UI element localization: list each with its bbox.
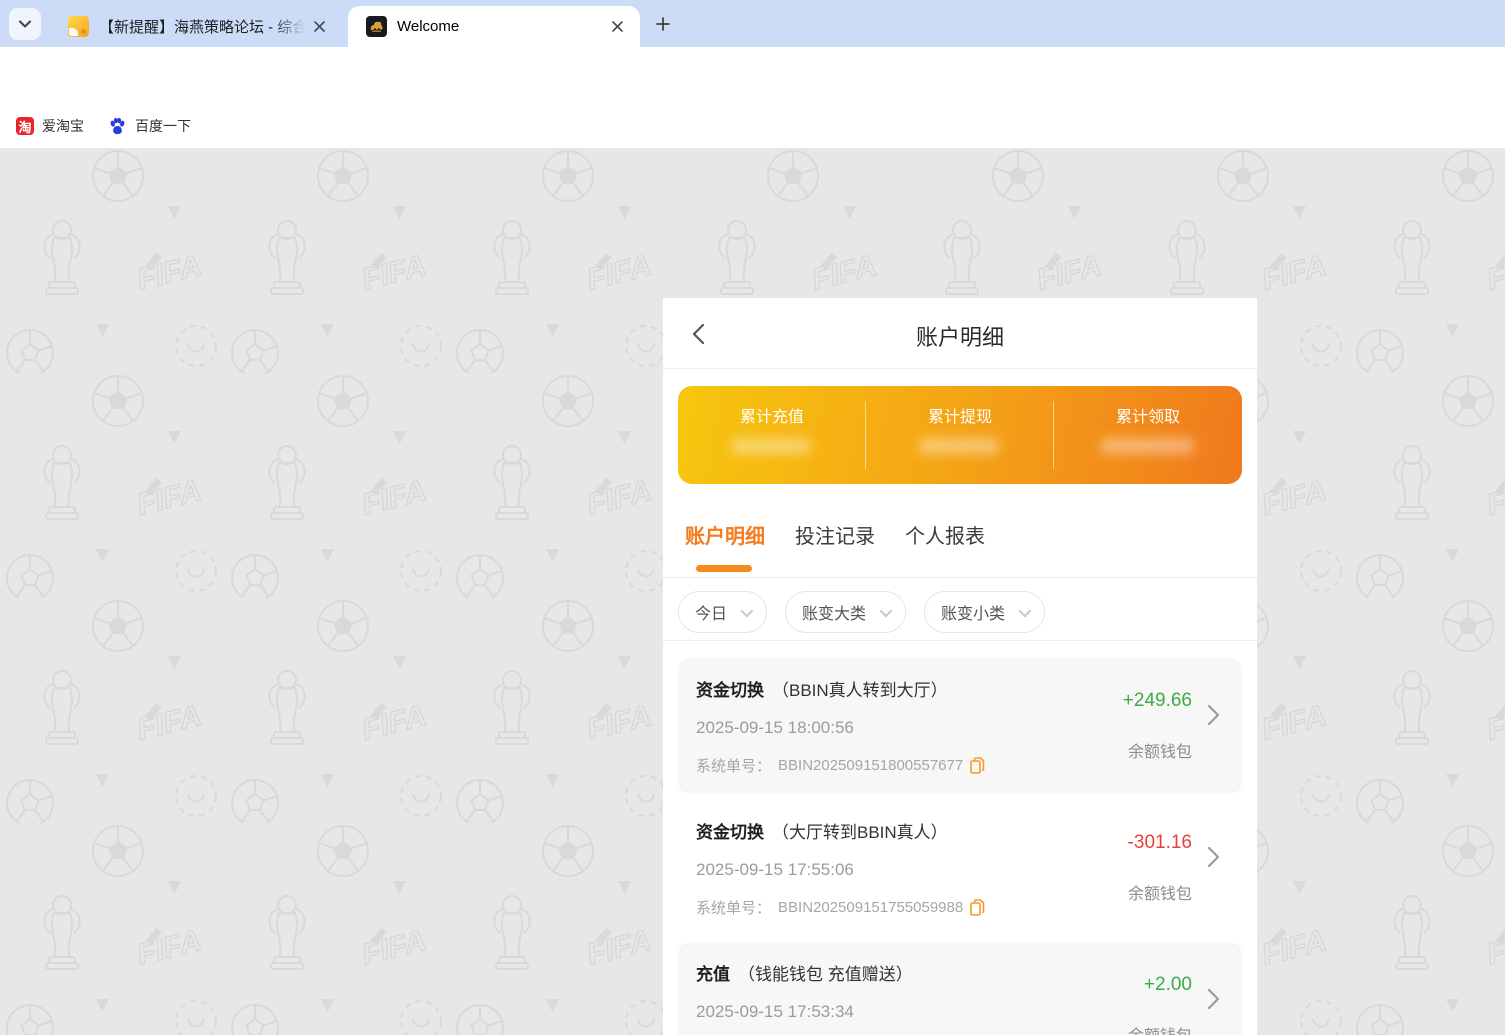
transaction-amount: +249.66 <box>1123 690 1192 712</box>
tab-welcome[interactable]: Welcome <box>348 6 640 47</box>
filter-row: 今日 账变大类 账变小类 <box>678 591 1045 633</box>
taobao-icon: 淘 <box>16 117 34 135</box>
transaction-title: 资金切换 （大厅转到BBIN真人） <box>696 818 948 843</box>
summary-label: 累计充值 <box>740 403 804 427</box>
tab-strip: 【新提醒】海燕策略论坛 - 综合 Welcome <box>0 0 1505 47</box>
divider <box>663 577 1257 578</box>
transaction-title: 充值 （钱能钱包 充值赠送） <box>696 960 913 985</box>
transaction-card[interactable]: 充值（钱能钱包 充值赠送） 2025-09-15 17:53:34 系统单号：R… <box>678 942 1242 1035</box>
filter-label: 账变大类 <box>802 600 866 624</box>
transaction-detail: （钱能钱包 充值赠送） <box>738 965 913 984</box>
subcategory-filter-dropdown[interactable]: 账变小类 <box>924 591 1045 633</box>
baidu-paw-icon <box>108 117 127 136</box>
summary-claimed: 累计领取 8888888 <box>1054 386 1242 484</box>
chevron-right-icon <box>1207 846 1220 868</box>
bookmark-label: 百度一下 <box>135 116 191 136</box>
transaction-datetime: 2025-09-15 18:00:56 <box>696 718 854 738</box>
page-title: 账户明细 <box>663 320 1257 352</box>
chevron-down-icon <box>741 604 754 617</box>
tab-personal-report[interactable]: 个人报表 <box>905 520 985 549</box>
transaction-datetime: 2025-09-15 17:55:06 <box>696 860 854 880</box>
copy-icon[interactable] <box>970 757 985 774</box>
transaction-card[interactable]: 资金切换 （大厅转到BBIN真人） 2025-09-15 17:55:06 系统单… <box>678 800 1242 936</box>
tab-forum[interactable]: 【新提醒】海燕策略论坛 - 综合 <box>50 6 342 47</box>
summary-value-masked: 888888 <box>733 436 812 459</box>
transaction-type: 充值 <box>696 965 730 984</box>
filter-label: 账变小类 <box>941 600 1005 624</box>
transaction-type: 资金切换 <box>696 681 764 700</box>
order-label: 系统单号： <box>696 755 771 776</box>
account-panel: 账户明细 累计充值 888888 累计提现 888888 累计领取 888888… <box>663 298 1257 1035</box>
tab-account-detail[interactable]: 账户明细 <box>685 520 765 549</box>
forum-favicon-icon <box>68 16 89 37</box>
transaction-wallet: 余额钱包 <box>1128 880 1192 904</box>
transaction-order: 系统单号： BBIN202509151755059988 <box>696 897 985 918</box>
summary-withdraw: 累计提现 888888 <box>866 386 1054 484</box>
close-tab-icon[interactable] <box>604 14 630 40</box>
browser-window: 【新提醒】海燕策略论坛 - 综合 Welcome <box>0 0 1505 1035</box>
filter-label: 今日 <box>695 600 727 624</box>
transaction-wallet: 余额钱包 <box>1128 1022 1192 1035</box>
summary-card: 累计充值 888888 累计提现 888888 累计领取 8888888 <box>678 386 1242 484</box>
chevron-right-icon <box>1207 988 1220 1010</box>
chevron-down-icon <box>19 20 31 28</box>
bookmark-aitaobao[interactable]: 淘 爱淘宝 <box>16 104 84 148</box>
chevron-down-icon <box>880 604 893 617</box>
transaction-amount: +2.00 <box>1144 974 1192 996</box>
bookmark-baidu[interactable]: 百度一下 <box>108 104 191 148</box>
tab-search-button[interactable] <box>9 8 41 40</box>
date-filter-dropdown[interactable]: 今日 <box>678 591 767 633</box>
transaction-type: 资金切换 <box>696 823 764 842</box>
transaction-detail: （大厅转到BBIN真人） <box>772 823 948 842</box>
active-tab-underline <box>696 565 752 572</box>
chevron-right-icon <box>1207 704 1220 726</box>
close-tab-icon[interactable] <box>306 14 332 40</box>
summary-value-masked: 8888888 <box>1102 436 1194 459</box>
transaction-wallet: 余额钱包 <box>1128 738 1192 762</box>
copy-icon[interactable] <box>970 899 985 916</box>
transaction-detail: （BBIN真人转到大厅） <box>772 681 948 700</box>
tab-title: 【新提醒】海燕策略论坛 - 综合 <box>99 16 306 37</box>
transaction-order: 系统单号： BBIN202509151800557677 <box>696 755 985 776</box>
category-filter-dropdown[interactable]: 账变大类 <box>785 591 906 633</box>
new-tab-button[interactable] <box>650 11 676 37</box>
bookmark-label: 爱淘宝 <box>42 116 84 136</box>
transaction-title: 资金切换 （BBIN真人转到大厅） <box>696 676 948 701</box>
transaction-card[interactable]: 资金切换 （BBIN真人转到大厅） 2025-09-15 18:00:56 系统单… <box>678 658 1242 794</box>
summary-recharge: 累计充值 888888 <box>678 386 866 484</box>
order-label: 系统单号： <box>696 897 771 918</box>
chevron-down-icon <box>1019 604 1032 617</box>
panel-header: 账户明细 <box>663 298 1257 369</box>
order-number: BBIN202509151800557677 <box>778 757 963 774</box>
summary-label: 累计提现 <box>928 403 992 427</box>
summary-value-masked: 888888 <box>921 436 1000 459</box>
tab-title: Welcome <box>397 18 604 35</box>
browser-toolbar: 175616.cc/reports/index <box>0 47 1505 104</box>
transaction-amount: -301.16 <box>1128 832 1192 854</box>
order-number: BBIN202509151755059988 <box>778 899 963 916</box>
transaction-datetime: 2025-09-15 17:53:34 <box>696 1002 854 1022</box>
transaction-list: 资金切换 （BBIN真人转到大厅） 2025-09-15 18:00:56 系统单… <box>678 658 1242 1035</box>
welcome-favicon-icon <box>366 16 387 37</box>
page-content: FIFA <box>0 148 1505 1035</box>
summary-label: 累计领取 <box>1116 403 1180 427</box>
report-tabs: 账户明细 投注记录 个人报表 <box>685 520 985 549</box>
divider <box>663 640 1257 641</box>
bookmarks-bar: 淘 爱淘宝 百度一下 <box>0 104 1505 148</box>
tab-bet-records[interactable]: 投注记录 <box>795 520 875 549</box>
